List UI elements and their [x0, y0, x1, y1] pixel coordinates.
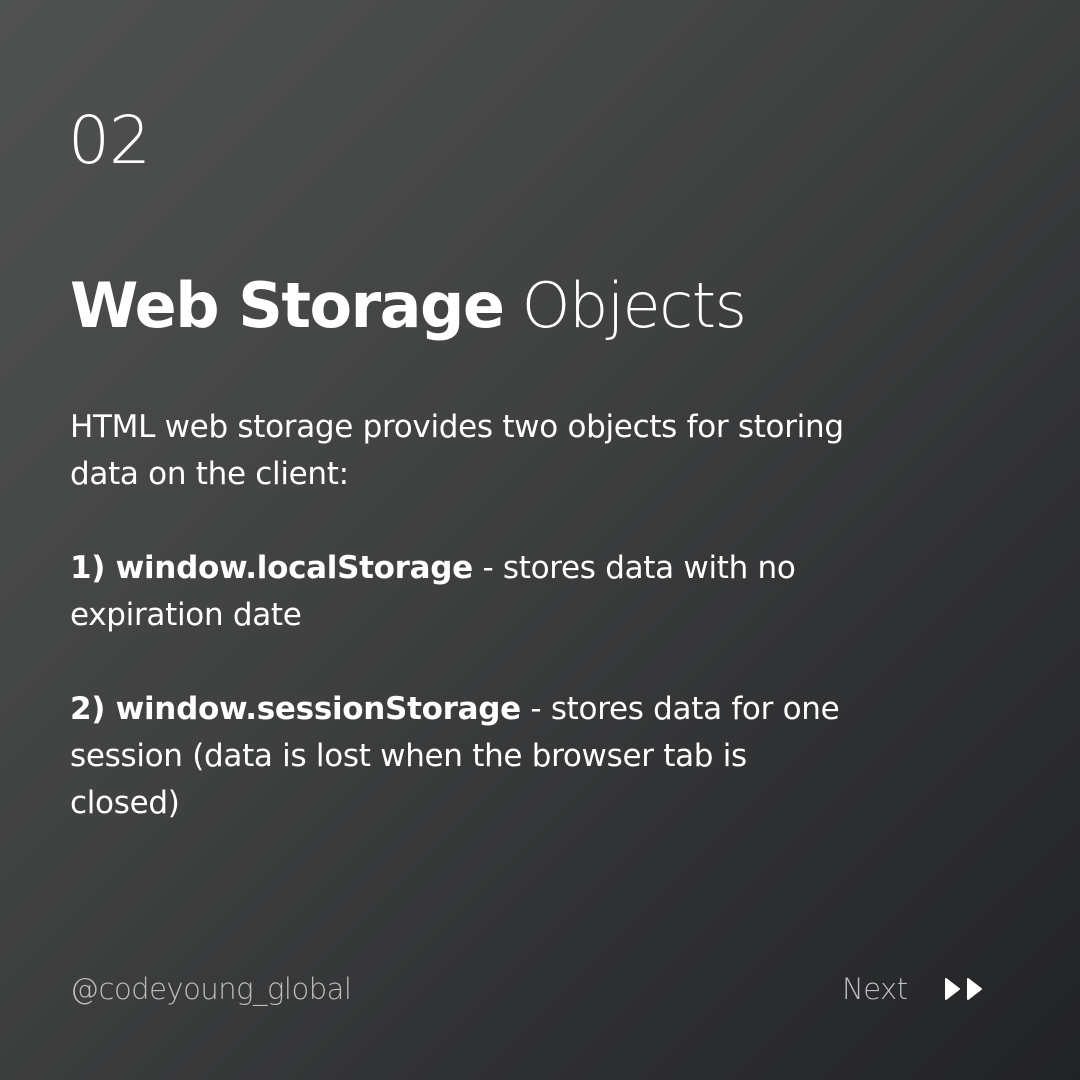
slide-title-bold: Web Storage [70, 269, 505, 342]
next-button[interactable]: Next [842, 972, 986, 1006]
item-session-storage-name: 2) window.sessionStorage [70, 691, 521, 727]
intro-text: HTML web storage provides two objects fo… [70, 409, 844, 492]
item-session-storage: 2) window.sessionStorage - stores data f… [70, 686, 850, 827]
slide-number: 02 [68, 102, 151, 179]
slide-title: Web Storage Objects [70, 269, 747, 342]
slide-body: HTML web storage provides two objects fo… [70, 404, 850, 827]
item-local-storage: 1) window.localStorage - stores data wit… [70, 545, 850, 639]
slide-title-light: Objects [521, 269, 747, 342]
next-label: Next [842, 972, 908, 1006]
slide: 02 Web Storage Objects HTML web storage … [0, 0, 1080, 1080]
item-local-storage-name: 1) window.localStorage [70, 550, 473, 586]
double-play-icon [944, 977, 986, 1001]
account-handle: @codeyoung_global [70, 972, 352, 1006]
